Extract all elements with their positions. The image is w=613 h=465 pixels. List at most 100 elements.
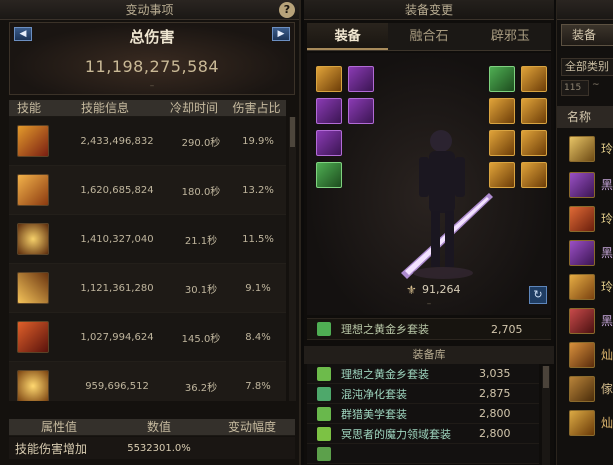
set-value: 2,800: [479, 407, 511, 420]
set-icon: [317, 406, 331, 421]
total-damage-change: –: [149, 81, 155, 91]
skill-row[interactable]: 2,433,496,832 290.0秒 19.9%: [9, 117, 286, 166]
library-row[interactable]: 理想之黄金乡套装 3,035: [307, 364, 539, 384]
panel-title-text: 装备变更: [404, 3, 453, 17]
level-min-input[interactable]: 115: [561, 80, 589, 96]
set-value: 2,875: [479, 387, 511, 400]
tab-fusion-stone[interactable]: 融合石: [388, 23, 470, 50]
equip-slot[interactable]: [316, 98, 342, 124]
skill-row[interactable]: 1,620,685,824 180.0秒 13.2%: [9, 166, 286, 215]
scroll-thumb[interactable]: [290, 117, 295, 147]
item-icon[interactable]: [569, 206, 595, 232]
set-name: 理想之黄金乡套装: [341, 367, 429, 381]
skill-cooldown: 145.0秒: [181, 333, 221, 345]
item-icon[interactable]: [569, 240, 595, 266]
skill-row[interactable]: 1,027,994,624 145.0秒 8.4%: [9, 313, 286, 362]
skill-cooldown: 36.2秒: [184, 382, 218, 394]
skill-list: 2,433,496,832 290.0秒 19.9% 1,620,685,824…: [9, 117, 286, 401]
set-value: 2,705: [491, 322, 523, 336]
equip-slot[interactable]: [521, 130, 547, 156]
item-name[interactable]: 玲: [601, 210, 613, 227]
tab-equipment[interactable]: 装备: [307, 23, 389, 50]
col-skill: 技能: [16, 101, 41, 115]
equipment-library-title: 装备库: [304, 346, 554, 364]
damage-panel-title: 变动事项 ?: [0, 0, 299, 20]
item-name[interactable]: 玲: [601, 278, 613, 295]
level-range-separator: ~: [592, 80, 600, 90]
set-name: 群猎美学套装: [341, 407, 407, 421]
skill-icon: [17, 174, 49, 206]
equip-slot[interactable]: [521, 66, 547, 92]
library-row[interactable]: 群猎美学套装 2,800: [307, 404, 539, 424]
skill-icon: [17, 370, 49, 401]
total-damage-box: ◀ ▶ 总伤害 11,198,275,584 –: [9, 22, 295, 95]
name-column-header: 名称: [557, 106, 613, 128]
fame-icon: ⚜: [406, 283, 417, 297]
skill-percent: 9.1%: [245, 282, 271, 294]
item-name[interactable]: 黑: [601, 244, 613, 261]
set-icon: [317, 446, 331, 461]
skill-damage: 1,620,685,824: [80, 184, 154, 196]
total-damage-label: 总伤害: [129, 28, 175, 46]
equip-slot[interactable]: [316, 66, 342, 92]
item-icon[interactable]: [569, 308, 595, 334]
item-icon[interactable]: [569, 376, 595, 402]
library-scrollbar[interactable]: [542, 366, 550, 465]
skill-cooldown: 30.1秒: [184, 284, 218, 296]
col-change: 变动幅度: [227, 420, 276, 434]
skill-table-header: 技能 技能信息 冷却时间 伤害占比: [9, 100, 286, 117]
skill-damage: 1,410,327,040: [80, 233, 154, 245]
equipment-tabs: 装备 融合石 辟邪玉: [307, 23, 551, 51]
tab-talisman-jade[interactable]: 辟邪玉: [469, 23, 551, 50]
item-icon[interactable]: [569, 136, 595, 162]
equip-slot[interactable]: [521, 162, 547, 188]
item-name[interactable]: 黑: [601, 176, 613, 193]
attribute-table-header: 属性值 数值 变动幅度: [9, 419, 295, 436]
skill-scrollbar[interactable]: [289, 117, 296, 401]
skill-percent: 7.8%: [245, 380, 271, 392]
library-row[interactable]: [307, 444, 539, 464]
equip-slot[interactable]: [316, 162, 342, 188]
current-set-row[interactable]: 理想之黄金乡套装 2,705: [307, 318, 551, 340]
item-name[interactable]: 灿: [601, 414, 613, 431]
refresh-button[interactable]: ↻: [529, 286, 547, 304]
equip-slot[interactable]: [348, 66, 374, 92]
browser-title: [557, 0, 613, 20]
item-icon[interactable]: [569, 342, 595, 368]
skill-percent: 8.4%: [245, 331, 271, 343]
item-icon[interactable]: [569, 274, 595, 300]
skill-damage: 1,027,994,624: [80, 331, 154, 343]
attribute-row: 技能伤害增加 5532301.0%: [9, 437, 295, 459]
skill-percent: 13.2%: [242, 184, 274, 196]
col-cooldown: 冷却时间: [169, 101, 218, 115]
equipment-panel: 装备变更 装备 融合石 辟邪玉 ⚜ 91,264 – ↻ 理想之黄金乡套装 2,…: [304, 0, 554, 465]
equipment-filter-button[interactable]: 装备: [561, 24, 613, 46]
skill-row[interactable]: 959,696,512 36.2秒 7.8%: [9, 362, 286, 401]
attribute-value: 5532301.0%: [127, 442, 191, 454]
library-row[interactable]: 冥思者的魔力领域套装 2,800: [307, 424, 539, 444]
item-name[interactable]: 灿: [601, 346, 613, 363]
skill-row[interactable]: 1,410,327,040 21.1秒 11.5%: [9, 215, 286, 264]
item-icon[interactable]: [569, 410, 595, 436]
equip-slot[interactable]: [489, 66, 515, 92]
item-icon[interactable]: [569, 172, 595, 198]
item-name[interactable]: 黑: [601, 312, 613, 329]
skill-percent: 11.5%: [242, 233, 274, 245]
equip-slot[interactable]: [316, 130, 342, 156]
scroll-thumb[interactable]: [543, 366, 549, 388]
set-name: 混沌净化套装: [341, 387, 407, 401]
set-icon: [317, 366, 331, 381]
help-button[interactable]: ?: [279, 2, 295, 18]
skill-percent: 19.9%: [242, 135, 274, 147]
character-figure: [401, 130, 493, 279]
equipment-panel-title: 装备变更: [304, 0, 554, 20]
equip-slot[interactable]: [521, 98, 547, 124]
col-attribute: 属性值: [40, 420, 77, 434]
set-name: 冥思者的魔力领域套装: [341, 427, 451, 441]
category-select[interactable]: 全部类别: [561, 58, 613, 76]
item-name[interactable]: 玲: [601, 140, 613, 157]
skill-row[interactable]: 1,121,361,280 30.1秒 9.1%: [9, 264, 286, 313]
library-row[interactable]: 混沌净化套装 2,875: [307, 384, 539, 404]
equip-slot[interactable]: [348, 98, 374, 124]
item-name[interactable]: 傢: [601, 380, 613, 397]
